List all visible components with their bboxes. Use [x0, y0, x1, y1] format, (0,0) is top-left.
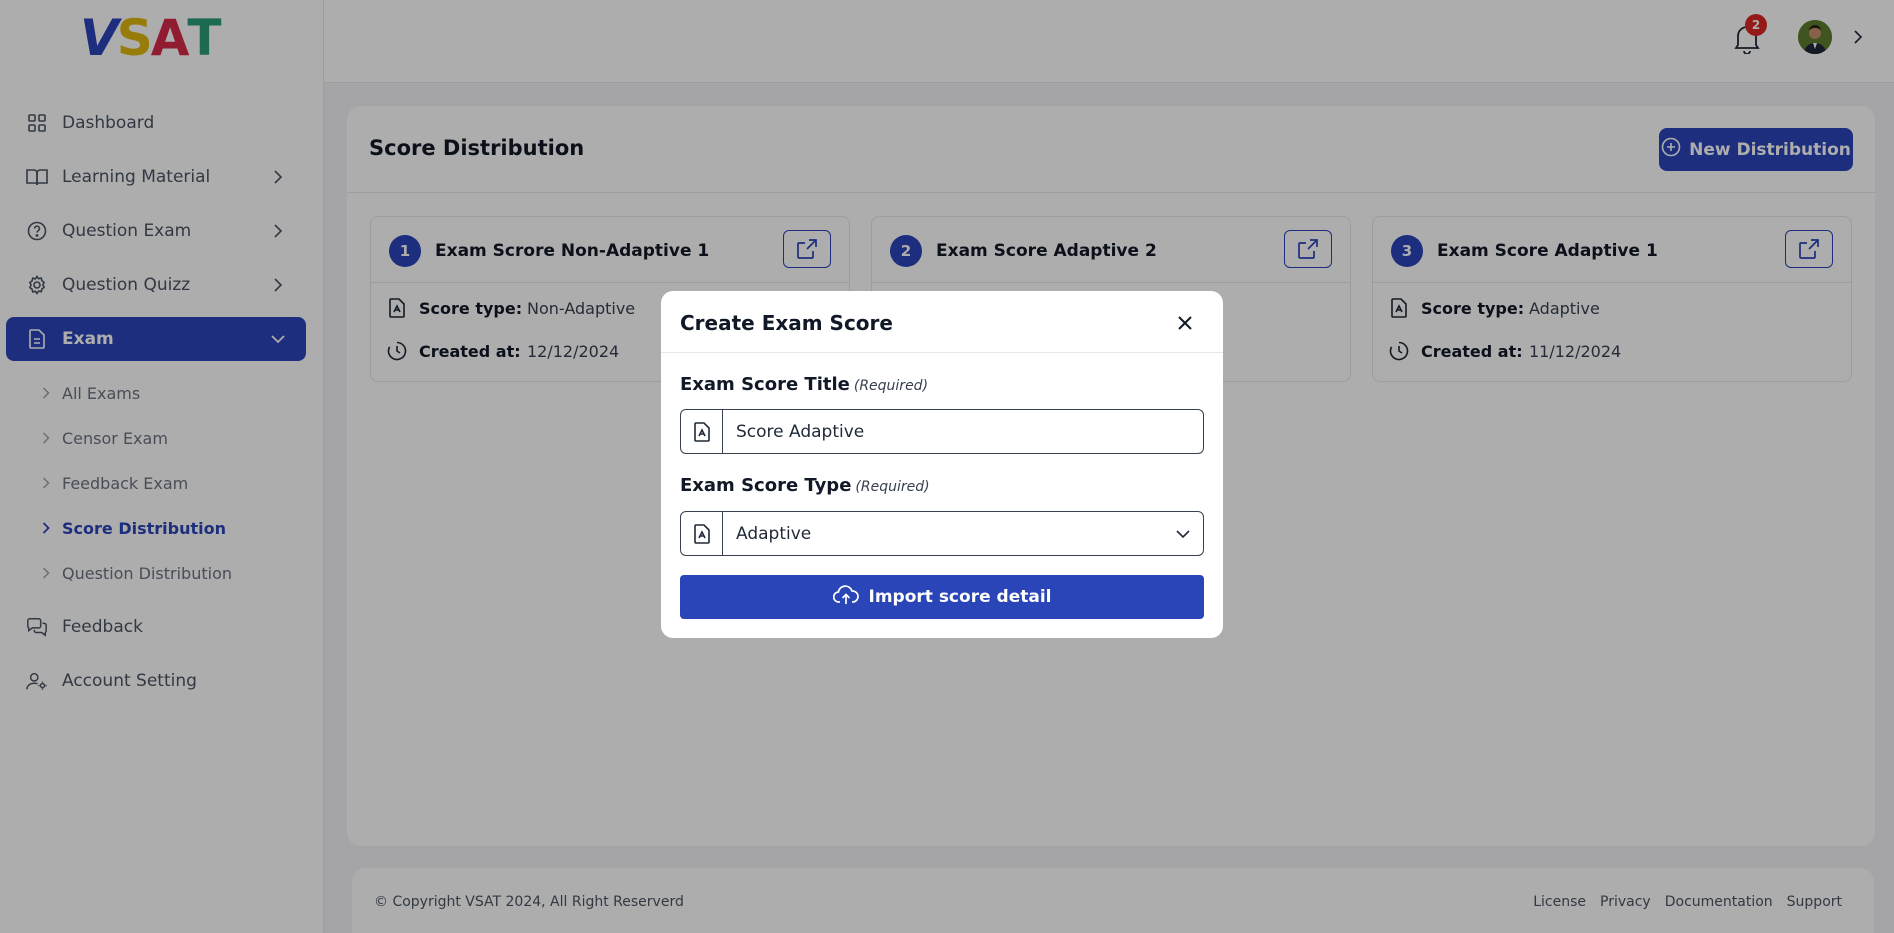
close-icon	[1178, 316, 1192, 330]
exam-score-type-select[interactable]: Adaptive	[680, 511, 1204, 556]
close-button[interactable]	[1173, 311, 1197, 335]
modal-title: Create Exam Score	[680, 311, 893, 335]
file-icon	[681, 410, 723, 453]
exam-score-title-label: Exam Score Title (Required)	[680, 374, 928, 395]
import-button-label: Import score detail	[868, 587, 1052, 607]
field-label-text: Exam Score Title	[680, 374, 850, 395]
required-marker: (Required)	[855, 479, 930, 495]
divider	[661, 352, 1223, 353]
import-score-detail-button[interactable]: Import score detail	[680, 575, 1204, 619]
file-icon	[681, 512, 723, 555]
required-marker: (Required)	[853, 378, 929, 394]
chevron-down-icon	[1163, 529, 1203, 539]
cloud-upload-icon	[832, 584, 859, 610]
create-exam-score-modal: Create Exam Score Exam Score Title (Requi…	[661, 291, 1223, 638]
field-label-text: Exam Score Type	[680, 475, 852, 496]
exam-score-title-value: Score Adaptive	[736, 421, 865, 442]
exam-score-title-input[interactable]: Score Adaptive	[680, 409, 1204, 454]
exam-score-type-value: Adaptive	[736, 523, 812, 544]
exam-score-type-label: Exam Score Type (Required)	[680, 475, 930, 496]
